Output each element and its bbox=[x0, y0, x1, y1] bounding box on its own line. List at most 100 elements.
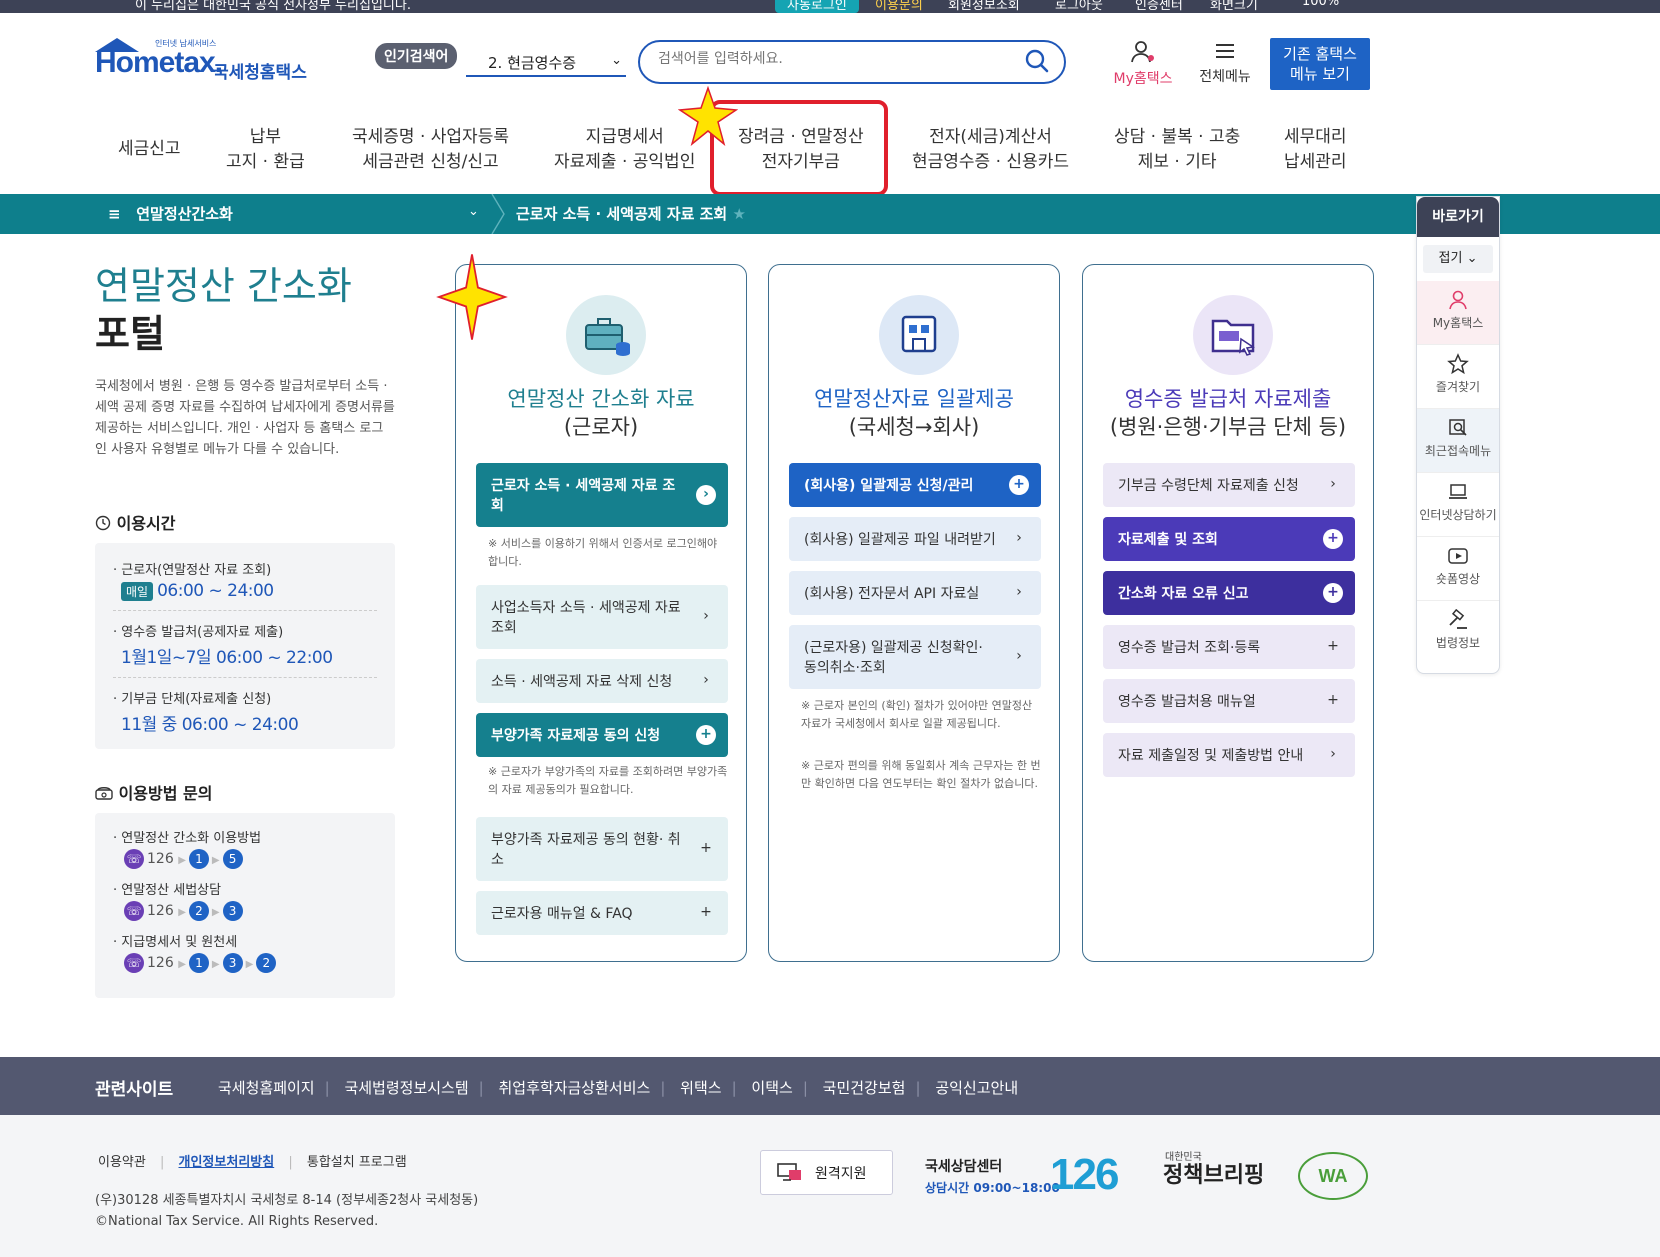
gnb-e-invoice[interactable]: 전자(세금)계산서 현금영수증 · 신용카드 bbox=[912, 125, 1069, 175]
page-title: 연말정산 간소화 포털 bbox=[95, 262, 352, 358]
employee-data-lookup-button[interactable]: 근로자 소득 · 세액공제 자료 조회 › bbox=[476, 463, 728, 527]
remote-support-button[interactable]: 원격지원 bbox=[760, 1150, 893, 1195]
chevron-right-icon: › bbox=[703, 608, 709, 624]
quick-law-info[interactable]: 법령정보 bbox=[1417, 601, 1499, 665]
quick-internet-consult[interactable]: 인터넷상담하기 bbox=[1417, 473, 1499, 537]
all-menu-button[interactable]: 전체메뉴 bbox=[1190, 40, 1260, 86]
gnb-label: 세금신고 bbox=[118, 139, 181, 159]
donation-submit-apply-button[interactable]: 기부금 수령단체 자료제출 신청 › bbox=[1103, 463, 1355, 507]
related-link[interactable]: 취업후학자금상환서비스 bbox=[499, 1079, 651, 1097]
business-income-data-button[interactable]: 사업소득자 소득 · 세액공제 자료 조회 › bbox=[476, 585, 728, 649]
inquiry-link[interactable]: 이용문의 bbox=[875, 0, 923, 13]
data-deletion-request-button[interactable]: 소득 · 세액공제 자료 삭제 신청 › bbox=[476, 659, 728, 703]
related-link[interactable]: 국민건강보험 bbox=[823, 1079, 906, 1097]
auto-login-link[interactable]: 자동로그인 bbox=[775, 0, 859, 13]
related-link[interactable]: 위택스 bbox=[680, 1079, 721, 1097]
gnb-tax-agent[interactable]: 세무대리 납세관리 bbox=[1284, 125, 1347, 175]
gnb-consulting[interactable]: 상담 · 불복 · 고충 제보 · 기타 bbox=[1114, 125, 1240, 175]
quick-my-hometax[interactable]: My홈택스 bbox=[1417, 281, 1499, 345]
cert-center-link[interactable]: 인증센터 bbox=[1135, 0, 1183, 13]
button-label: 자료 제출일정 및 제출방법 안내 bbox=[1118, 748, 1304, 764]
terms-link[interactable]: 이용약관 bbox=[98, 1155, 146, 1170]
route-number: 126 bbox=[147, 903, 174, 919]
issuer-register-button[interactable]: 영수증 발급처 조회·등록 + bbox=[1103, 625, 1355, 669]
chevron-right-icon: › bbox=[703, 672, 709, 688]
error-report-button[interactable]: 간소화 자료 오류 신고 + bbox=[1103, 571, 1355, 615]
web-accessibility-mark: WA bbox=[1298, 1152, 1368, 1200]
phone-icon: ☏ bbox=[124, 953, 144, 973]
related-link[interactable]: 국세법령정보시스템 bbox=[344, 1079, 468, 1097]
my-hometax-button[interactable]: My홈택스 bbox=[1108, 40, 1178, 88]
inquiry-label: 지급명세서 및 원천세 bbox=[121, 935, 238, 950]
quick-favorites[interactable]: 즐겨찾기 bbox=[1417, 345, 1499, 409]
hometax-logo[interactable]: 인터넷 납세서비스 Hometax. 국세청홈택스 bbox=[95, 38, 310, 90]
breadcrumb-separator bbox=[491, 194, 505, 234]
related-link[interactable]: 이택스 bbox=[751, 1079, 792, 1097]
policy-briefing-logo[interactable]: 정책브리핑 bbox=[1163, 1157, 1264, 1189]
popular-search-value: 2. 현금영수증 bbox=[488, 54, 577, 72]
logout-link[interactable]: 로그아웃 bbox=[1055, 0, 1103, 13]
gnb-label: 세금관련 신청/신고 bbox=[362, 152, 499, 172]
gnb-payment-statements[interactable]: 지급명세서 자료제출 · 공익법인 bbox=[554, 125, 695, 175]
page-description: 국세청에서 병원 · 은행 등 영수증 발급처로부터 소득 · 세액 공제 증명… bbox=[95, 379, 395, 457]
related-link[interactable]: 공익신고안내 bbox=[935, 1079, 1018, 1097]
company-bulk-apply-button[interactable]: (회사용) 일괄제공 신청/관리 + bbox=[789, 463, 1041, 507]
button-label: 소득 · 세액공제 자료 삭제 신청 bbox=[491, 674, 673, 690]
route-step: 1 bbox=[188, 953, 209, 973]
play-icon bbox=[1448, 548, 1468, 564]
route-step: 5 bbox=[222, 849, 243, 869]
footer-address: (우)30128 세종특별자치시 국세청로 8-14 (정부세종2청사 국세청동… bbox=[95, 1190, 478, 1232]
quick-label: 숏폼영상 bbox=[1435, 572, 1481, 586]
plus-icon: + bbox=[700, 840, 712, 856]
quick-label: 즐겨찾기 bbox=[1435, 380, 1481, 394]
route-step: 1 bbox=[188, 849, 209, 869]
company-file-download-button[interactable]: (회사용) 일괄제공 파일 내려받기 › bbox=[789, 517, 1041, 561]
sparkle-star-icon bbox=[678, 86, 738, 146]
quick-short-video[interactable]: 숏폼영상 bbox=[1417, 537, 1499, 601]
sub-menu-select[interactable]: ≡ 연말정산간소화 bbox=[108, 203, 233, 224]
dependent-consent-status-button[interactable]: 부양가족 자료제공 동의 현황· 취소 + bbox=[476, 817, 728, 881]
hours-label: 영수증 발급처(공제자료 제출) bbox=[121, 625, 284, 640]
old-hometax-menu-button[interactable]: 기존 홈택스 메뉴 보기 bbox=[1270, 38, 1370, 90]
gnb-tax-filing[interactable]: 세금신고 bbox=[118, 137, 181, 162]
page-title-line2: 포털 bbox=[95, 312, 165, 356]
employee-manual-faq-button[interactable]: 근로자용 매뉴얼 & FAQ + bbox=[476, 891, 728, 935]
gnb-certificates[interactable]: 국세증명 · 사업자등록 세금관련 신청/신고 bbox=[352, 125, 509, 175]
card-employee-data: 연말정산 간소화 자료 (근로자) 근로자 소득 · 세액공제 자료 조회 › ※ … bbox=[455, 264, 747, 962]
route-step: 2 bbox=[188, 901, 209, 921]
privacy-policy-link[interactable]: 개인정보처리방침 bbox=[179, 1155, 275, 1170]
plus-icon: + bbox=[1327, 692, 1339, 708]
plus-icon: + bbox=[1323, 583, 1343, 603]
employee-bulk-confirm-button[interactable]: (근로자용) 일괄제공 신청확인· 동의취소·조회 › bbox=[789, 625, 1041, 689]
issuer-manual-button[interactable]: 영수증 발급처용 매뉴얼 + bbox=[1103, 679, 1355, 723]
gnb-label: 지급명세서 bbox=[585, 127, 664, 147]
button-label: 자료제출 및 조회 bbox=[1118, 532, 1218, 548]
copyright-text: ©National Tax Service. All Rights Reserv… bbox=[95, 1214, 379, 1229]
breadcrumb-label: 근로자 소득 · 세액공제 자료 조회 bbox=[516, 205, 728, 223]
dependent-consent-button[interactable]: 부양가족 자료제공 동의 신청 + bbox=[476, 713, 728, 757]
favorite-star-icon[interactable]: ★ bbox=[732, 205, 745, 223]
company-api-library-button[interactable]: (회사용) 전자문서 API 자료실 › bbox=[789, 571, 1041, 615]
route-number: 126 bbox=[147, 955, 174, 971]
related-link[interactable]: 국세청홈페이지 bbox=[218, 1079, 315, 1097]
card-title-line2: (국세청→회사) bbox=[848, 415, 980, 439]
popular-search-select[interactable]: 2. 현금영수증 ⌄ bbox=[466, 47, 626, 77]
quick-recent-menu[interactable]: 최근접속메뉴 bbox=[1417, 409, 1499, 473]
user-icon bbox=[1449, 290, 1467, 310]
submit-schedule-guide-button[interactable]: 자료 제출일정 및 제출방법 안내 › bbox=[1103, 733, 1355, 777]
remote-support-label: 원격지원 bbox=[815, 1166, 867, 1182]
gnb-payment[interactable]: 납부 고지 · 환급 bbox=[226, 125, 305, 175]
install-program-link[interactable]: 통합설치 프로그램 bbox=[307, 1155, 407, 1170]
hours-row: · 영수증 발급처(공제자료 제출) 1월1일~7일 06:00 ~ 22:00 bbox=[113, 611, 377, 678]
hamburger-icon bbox=[1216, 44, 1234, 58]
member-info-link[interactable]: 회원정보조회 bbox=[948, 0, 1020, 13]
card-note: ※ 근로자가 부양가족의 자료를 조회하려면 부양가족의 자료 제공동의가 필요… bbox=[488, 765, 728, 796]
data-submit-lookup-button[interactable]: 자료제출 및 조회 + bbox=[1103, 517, 1355, 561]
gavel-icon bbox=[1449, 609, 1467, 629]
inquiry-row: · 연말정산 세법상담 ☏ 126 ▶ 2 ▶ 3 bbox=[113, 879, 377, 921]
zoom-level: 100% bbox=[1302, 0, 1340, 9]
quick-menu-fold-button[interactable]: 접기 ⌄ bbox=[1423, 245, 1493, 273]
search-input[interactable] bbox=[658, 51, 1018, 67]
search-icon[interactable] bbox=[1024, 48, 1050, 74]
related-sites-links: 국세청홈페이지 | 국세법령정보시스템 | 취업후학자금상환서비스 | 위택스 | 이택… bbox=[218, 1079, 1019, 1097]
